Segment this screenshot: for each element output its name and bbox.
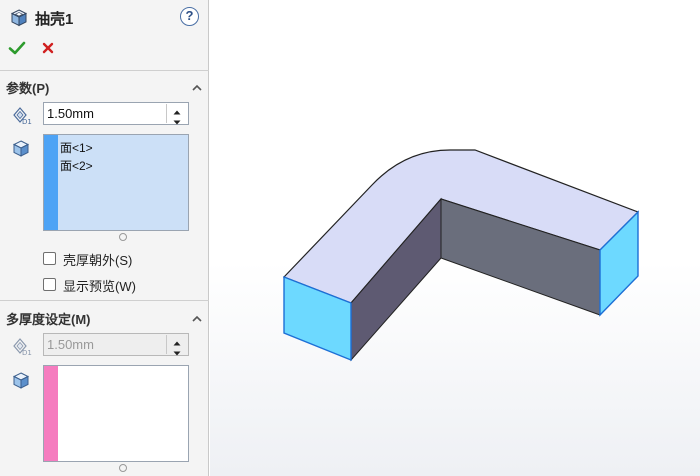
spin-up-button[interactable] [167, 104, 187, 115]
faces-to-remove-list[interactable]: 面<1> 面<2> [43, 134, 189, 231]
multi-faces-list-color-bar [44, 366, 58, 461]
help-button[interactable]: ? [180, 7, 199, 26]
svg-text:D1: D1 [22, 118, 32, 125]
collapse-parameters-button[interactable] [192, 80, 202, 91]
section-divider [0, 300, 209, 301]
checkmark-icon [8, 41, 26, 55]
svg-text:D1: D1 [22, 349, 32, 356]
thickness-value: 1.50mm [47, 106, 94, 121]
graphics-viewport[interactable] [210, 0, 700, 476]
triangle-down-icon [173, 351, 181, 356]
shell-feature-icon [9, 8, 29, 28]
list-item[interactable]: 面<2> [60, 157, 93, 175]
spin-down-button[interactable] [167, 345, 187, 356]
show-preview-checkbox[interactable] [43, 278, 56, 291]
chevron-up-icon [192, 315, 202, 322]
triangle-down-icon [173, 120, 181, 125]
face-selection-icon [10, 138, 32, 160]
list-item[interactable]: 面<1> [60, 139, 93, 157]
feature-title: 抽壳1 [35, 11, 74, 28]
multi-face-selection-icon [10, 370, 32, 392]
multi-thickness-spinner [166, 335, 187, 356]
show-preview-label: 显示预览(W) [63, 279, 136, 294]
cancel-button[interactable] [41, 41, 55, 55]
multi-thickness-input[interactable]: 1.50mm [43, 333, 189, 356]
thickness-spinner [166, 104, 187, 125]
spin-down-button[interactable] [167, 114, 187, 125]
thickness-input[interactable]: 1.50mm [43, 102, 189, 125]
multi-thickness-faces-list[interactable] [43, 365, 189, 462]
shell-outward-label: 壳厚朝外(S) [63, 253, 133, 268]
ok-button[interactable] [8, 40, 26, 56]
collapse-multi-thickness-button[interactable] [192, 311, 202, 322]
list-resize-handle[interactable] [119, 233, 127, 241]
multi-thickness-value: 1.50mm [47, 337, 94, 352]
multi-thickness-icon: D1 [10, 334, 32, 357]
spin-up-button[interactable] [167, 335, 187, 346]
model-preview[interactable] [210, 0, 700, 476]
shell-outward-checkbox[interactable] [43, 252, 56, 265]
section-divider [0, 70, 209, 71]
multi-thickness-section-title: 多厚度设定(M) [6, 312, 91, 327]
property-manager-panel: 抽壳1 ? 参数(P) D1 1.50mm 面<1> 面<2> 壳厚朝外(S) … [0, 0, 209, 476]
chevron-up-icon [192, 84, 202, 91]
thickness-icon: D1 [10, 103, 32, 126]
faces-list-items: 面<1> 面<2> [60, 139, 93, 175]
list-resize-handle[interactable] [119, 464, 127, 472]
x-icon [42, 42, 54, 54]
parameters-section-title: 参数(P) [6, 81, 50, 96]
faces-list-color-bar [44, 135, 58, 230]
